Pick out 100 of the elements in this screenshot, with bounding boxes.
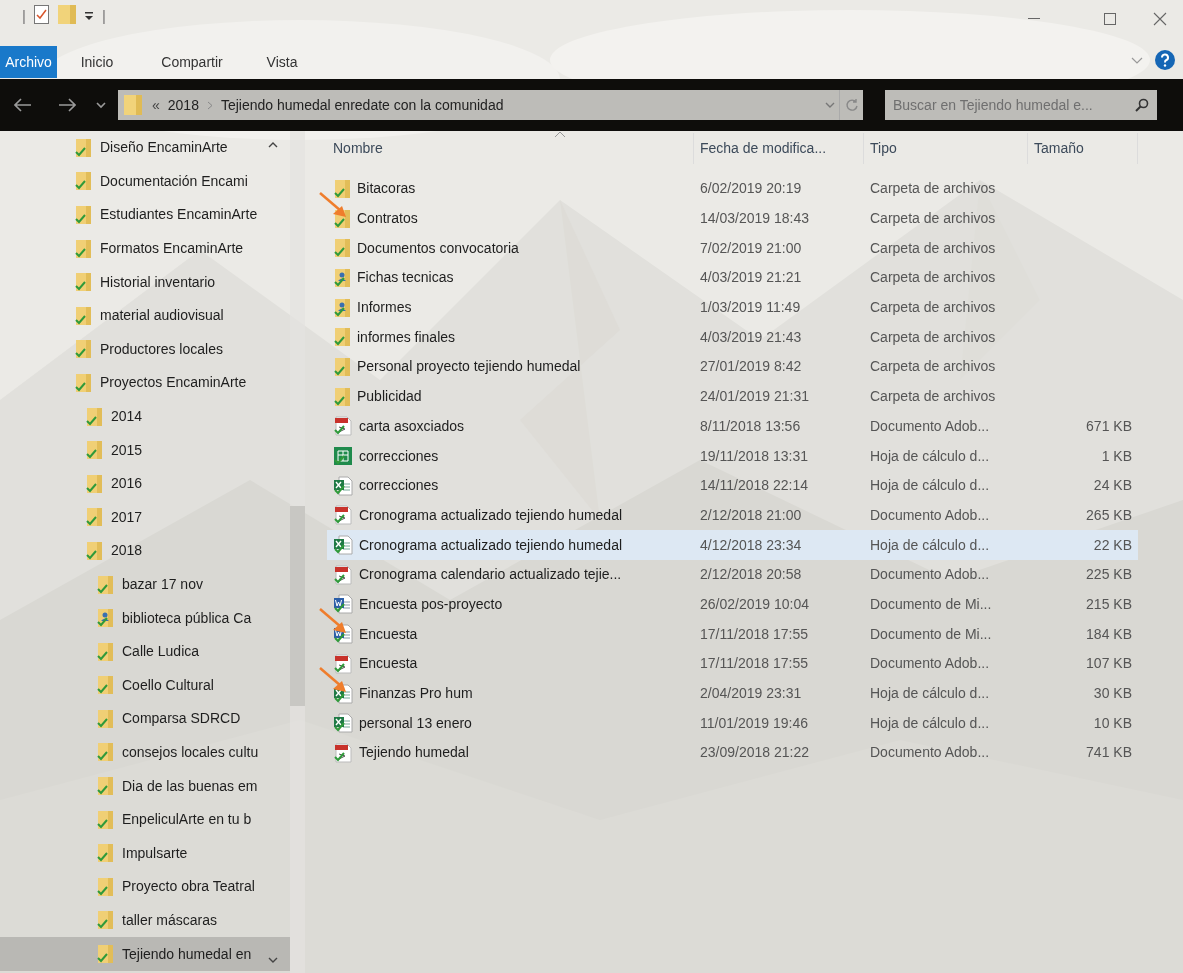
tree-item[interactable]: Documentación Encami	[0, 164, 290, 199]
overflow-chevron[interactable]: «	[152, 94, 160, 116]
expand-ribbon-icon[interactable]	[1131, 56, 1143, 64]
file-name: Cronograma actualizado tejiendo humedal	[359, 505, 623, 525]
tree-item[interactable]: Formatos EncaminArte	[0, 231, 290, 266]
file-row[interactable]: informes finales 4/03/2019 21:43 Carpeta de archivos	[327, 322, 1138, 353]
toolbar-separator: |	[101, 6, 106, 26]
tree-item[interactable]: consejos locales cultu	[0, 735, 290, 770]
tree-item[interactable]: 2015	[0, 433, 290, 467]
properties-icon[interactable]	[33, 5, 50, 24]
file-row[interactable]: Documentos convocatoria 7/02/2019 21:00 Carpeta de archivos	[327, 233, 1138, 264]
tree-item[interactable]: Productores locales	[0, 332, 290, 367]
address-bar[interactable]: « 2018 Tejiendo humedal enredate con la comunidad	[118, 90, 863, 120]
type-cell: Documento de Mi...	[870, 625, 992, 642]
ribbon-tab[interactable]: Compartir	[137, 46, 247, 78]
tree-item[interactable]: Proyectos EncaminArte	[0, 366, 290, 400]
column-header[interactable]: Fecha de modifica...	[694, 133, 864, 164]
type-cell: Carpeta de archivos	[870, 358, 996, 375]
search-field[interactable]: Buscar en Tejiendo humedal e...	[885, 90, 1157, 120]
type-cell: Carpeta de archivos	[870, 299, 996, 316]
tree-item[interactable]: Coello Cultural	[0, 668, 290, 703]
tree-item[interactable]: Tejiendo humedal en	[0, 937, 290, 971]
scrollbar-thumb[interactable]	[290, 506, 305, 706]
size-cell: 265 KB	[1086, 506, 1132, 523]
folder-icon	[74, 171, 92, 192]
file-row[interactable]: Cronograma calendario actualizado tejie... 2/12/2018 20:58 Documento Adob... 225 KB	[327, 559, 1138, 590]
scroll-up-icon[interactable]	[268, 141, 278, 148]
type-cell: Carpeta de archivos	[870, 388, 996, 405]
type-cell: Documento Adob...	[870, 506, 990, 523]
recent-locations-icon[interactable]	[96, 101, 106, 109]
file-row[interactable]: Fichas tecnicas 4/03/2019 21:21 Carpeta de archivos	[327, 263, 1138, 293]
file-name: Cronograma calendario actualizado tejie...	[359, 565, 622, 585]
size-cell: 107 KB	[1086, 655, 1132, 672]
date-cell: 23/09/2018 21:22	[700, 744, 809, 761]
scrollbar[interactable]	[290, 131, 305, 973]
search-icon[interactable]	[1135, 98, 1149, 112]
size-cell: 1 KB	[1101, 447, 1132, 464]
file-row[interactable]: Publicidad 24/01/2019 21:31 Carpeta de archivos	[327, 381, 1138, 412]
breadcrumb-item[interactable]: Tejiendo humedal enredate con la comunidad	[220, 94, 504, 116]
tree-item[interactable]: 2017	[0, 500, 290, 535]
tree-item[interactable]: 2016	[0, 466, 290, 501]
tree-item[interactable]: 2018	[0, 534, 290, 568]
file-row[interactable]: Encuesta pos-proyecto 26/02/2019 10:04 Documento de Mi... 215 KB	[327, 589, 1138, 620]
date-cell: 4/03/2019 21:43	[700, 328, 802, 345]
tree-item[interactable]: Historial inventario	[0, 265, 290, 299]
type-cell: Carpeta de archivos	[870, 210, 996, 227]
date-cell: 11/01/2019 19:46	[700, 714, 808, 731]
file-row[interactable]: correcciones 14/11/2018 22:14 Hoja de cálculo d... 24 KB	[327, 470, 1138, 501]
date-cell: 2/04/2019 23:31	[700, 685, 802, 702]
tree-item[interactable]: 2014	[0, 399, 290, 434]
column-header[interactable]: Nombre	[327, 133, 694, 164]
tree-item[interactable]: bazar 17 nov	[0, 567, 290, 602]
column-header[interactable]: Tipo	[864, 133, 1028, 164]
date-cell: 26/02/2019 10:04	[700, 595, 809, 612]
tree-item[interactable]: biblioteca pública Ca	[0, 601, 290, 635]
spreadsheet-document-icon	[333, 535, 353, 556]
file-row[interactable]: Encuesta 17/11/2018 17:55 Documento Adob... 107 KB	[327, 649, 1138, 679]
date-cell: 17/11/2018 17:55	[700, 625, 808, 642]
type-cell: Carpeta de archivos	[870, 180, 996, 197]
type-cell: Hoja de cálculo d...	[870, 447, 990, 464]
tree-item[interactable]: Calle Ludica	[0, 634, 290, 669]
file-row[interactable]: Cronograma actualizado tejiendo humedal 2/12/2018 21:00 Documento Adob... 265 KB	[327, 500, 1138, 531]
tree-item[interactable]: Comparsa SDRCD	[0, 702, 290, 736]
file-row[interactable]: Bitacoras 6/02/2019 20:19 Carpeta de archivos	[327, 174, 1138, 204]
type-cell: Documento Adob...	[870, 566, 990, 583]
ribbon-tab[interactable]: Inicio	[57, 46, 137, 78]
tree-item[interactable]: Estudiantes EncaminArte	[0, 198, 290, 232]
breadcrumb-item[interactable]: 2018	[167, 94, 199, 116]
file-row[interactable]: Informes 1/03/2019 11:49 Carpeta de archivos	[327, 292, 1138, 323]
scroll-down-icon[interactable]	[268, 957, 278, 964]
tree-item[interactable]: Diseño EncaminArte	[0, 131, 290, 165]
document-icon	[333, 416, 353, 437]
file-name: Contratos	[357, 209, 418, 229]
document-icon	[333, 564, 353, 585]
tree-item[interactable]: Proyecto obra Teatral	[0, 870, 290, 904]
date-cell: 14/11/2018 22:14	[700, 477, 808, 494]
file-row[interactable]: Personal proyecto tejiendo humedal 27/01/2019 8:42 Carpeta de archivos	[327, 352, 1138, 382]
file-row[interactable]: carta asoxciados 8/11/2018 13:56 Documento Adob... 671 KB	[327, 411, 1138, 442]
file-row[interactable]: personal 13 enero 11/01/2019 19:46 Hoja de cálculo d... 10 KB	[327, 708, 1138, 739]
ribbon-tab[interactable]: Archivo	[0, 46, 57, 78]
file-row[interactable]: correcciones 19/11/2018 13:31 Hoja de cálculo d... 1 KB	[327, 441, 1138, 471]
shared-folder-icon	[96, 608, 114, 629]
size-cell: 215 KB	[1086, 595, 1132, 612]
file-name: Fichas tecnicas	[357, 268, 454, 288]
tree-item[interactable]: taller máscaras	[0, 903, 290, 938]
size-cell: 22 KB	[1093, 536, 1132, 553]
file-row[interactable]: Cronograma actualizado tejiendo humedal 4/12/2018 23:34 Hoja de cálculo d... 22 KB	[327, 530, 1138, 560]
tree-item[interactable]: Dia de las buenas em	[0, 769, 290, 803]
forward-icon[interactable]	[58, 98, 76, 112]
tree-item[interactable]: Impulsarte	[0, 836, 290, 871]
tree-item[interactable]: EnpeliculArte en tu b	[0, 802, 290, 837]
back-icon[interactable]	[14, 98, 32, 112]
type-cell: Hoja de cálculo d...	[870, 477, 990, 494]
type-cell: Documento de Mi...	[870, 595, 992, 612]
help-icon[interactable]	[1155, 50, 1175, 70]
tree-item[interactable]: material audiovisual	[0, 298, 290, 333]
file-row[interactable]: Tejiendo humedal 23/09/2018 21:22 Documento Adob... 741 KB	[327, 738, 1138, 768]
ribbon-tab[interactable]: Vista	[247, 46, 317, 78]
column-header[interactable]: Tamaño	[1028, 133, 1138, 164]
type-cell: Hoja de cálculo d...	[870, 714, 990, 731]
